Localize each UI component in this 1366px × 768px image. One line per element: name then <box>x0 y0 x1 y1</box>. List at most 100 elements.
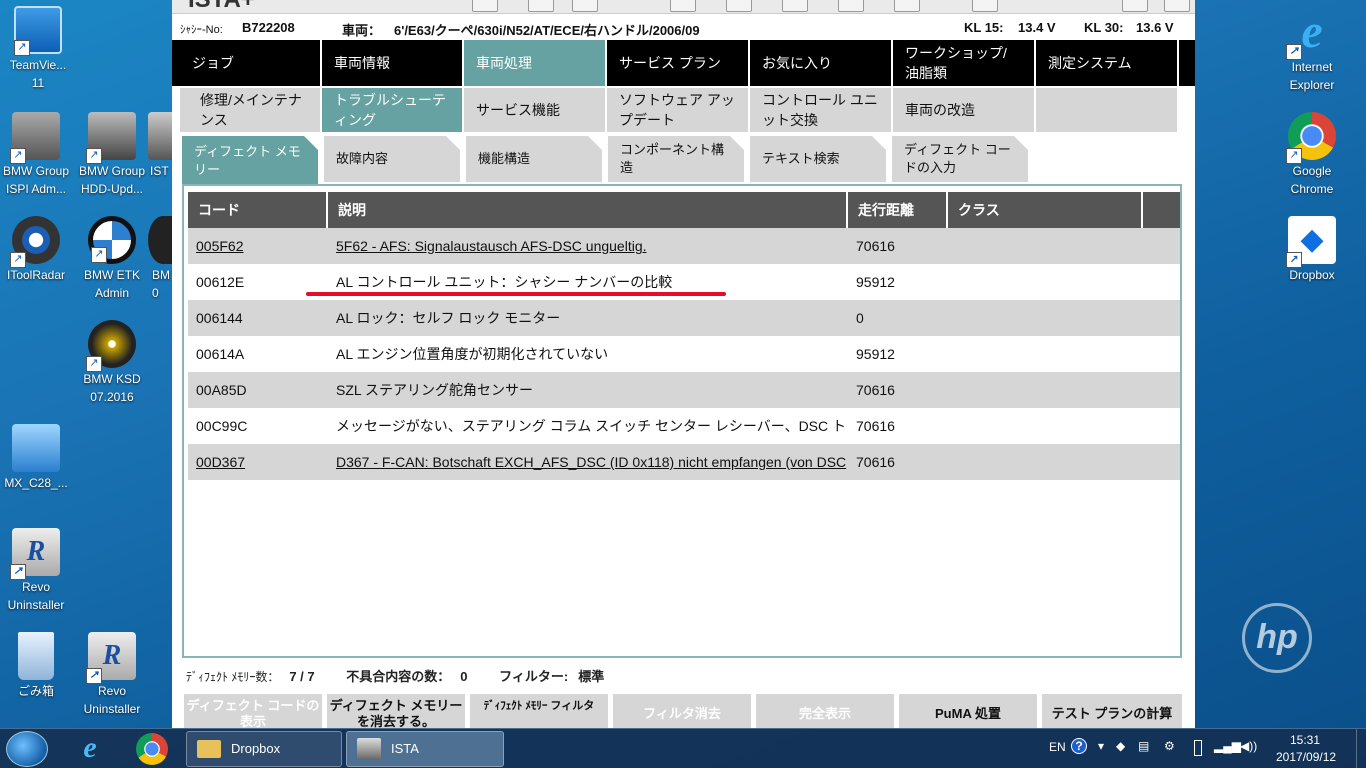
shortcut-arrow-icon: ↗ <box>1286 44 1302 60</box>
column-header-extra <box>1143 192 1180 228</box>
row-description[interactable]: 5F62 - AFS: Signalaustausch AFS-DSC ungu… <box>328 228 848 264</box>
desktop-icon-internet-explorer[interactable]: e ↗ Internet Explorer <box>1272 8 1352 94</box>
nav-vehicle-info[interactable]: 車両情報 <box>322 40 464 86</box>
desktop-icon-label: MX_C28_... <box>4 476 68 490</box>
taskbar-task-dropbox[interactable]: Dropbox <box>186 731 342 767</box>
table-row[interactable]: 00C99C メッセージがない、ステアリング コラム スイッチ センター レシー… <box>188 408 1180 444</box>
show-defect-codes-button[interactable]: ディフェクト コードの表示 <box>184 694 322 728</box>
start-button[interactable] <box>6 731 48 767</box>
nav-measurement-system[interactable]: 測定システム <box>1036 40 1179 86</box>
ista-app-icon <box>357 738 381 760</box>
nav-workshop-fluids[interactable]: ワークショップ/ 油脂類 <box>893 40 1036 86</box>
subnav-control-unit-replacement[interactable]: コントロール ユニット交換 <box>750 88 893 132</box>
row-description[interactable]: D367 - F-CAN: Botschaft EXCH_AFS_DSC (ID… <box>328 444 848 480</box>
battery-icon[interactable] <box>1194 740 1202 756</box>
table-row[interactable]: 006144 AL ロック：セルフ ロック モニター 0 <box>188 300 1180 336</box>
clock-date[interactable]: 2017/09/12 <box>1276 750 1336 764</box>
desktop-icon-teamviewer[interactable]: ↗ TeamVie... 11 <box>0 6 78 92</box>
help-icon[interactable]: ? <box>1071 738 1087 754</box>
wifi-signal-icon[interactable]: ▂▄▆ <box>1214 739 1241 753</box>
dropbox-tray-icon[interactable]: ◆ <box>1116 739 1125 753</box>
tray-expand-icon[interactable]: ▾ <box>1098 739 1104 753</box>
desktop-icon-recycle-bin[interactable]: ごみ箱 <box>0 632 76 700</box>
main-nav: ジョブ 車両情報 車両処理 サービス プラン お気に入り ワークショップ/ 油脂… <box>172 40 1195 86</box>
kl30-value: 13.6 V <box>1136 20 1174 35</box>
close-button[interactable] <box>1164 0 1190 12</box>
tab-defect-memory[interactable]: ディフェクト メモリー <box>182 136 318 186</box>
desktop-icon-ista-partial[interactable]: IST <box>130 112 172 180</box>
row-description: AL ロック：セルフ ロック モニター <box>336 310 561 326</box>
column-header-class[interactable]: クラス <box>948 192 1143 228</box>
clear-filter-button[interactable]: フィルタ消去 <box>613 694 751 728</box>
home-button[interactable] <box>472 0 498 12</box>
desktop-icon-ispi-admin[interactable]: ↗ BMW Group ISPI Adm... <box>0 112 76 198</box>
volume-icon[interactable]: ◀)) <box>1240 739 1257 753</box>
desktop-icon-label: IToolRadar <box>6 268 66 282</box>
table-row[interactable]: 00614A AL エンジン位置角度が初期化されていない 95912 <box>188 336 1180 372</box>
ista-brand: ISTA+ <box>188 0 255 14</box>
table-row[interactable]: 005F62 5F62 - AFS: Signalaustausch AFS-D… <box>188 228 1180 264</box>
nav-vehicle-processing[interactable]: 車両処理 <box>464 40 607 86</box>
desktop-icon-revo-uninstaller-2[interactable]: R ↗ Revo Uninstaller <box>72 632 152 718</box>
hp-logo: hp <box>1242 603 1312 673</box>
tools-button[interactable] <box>782 0 808 12</box>
desktop-icon-dropbox[interactable]: ◆ ↗ Dropbox <box>1272 216 1352 284</box>
internet-explorer-taskbar-icon[interactable]: e <box>74 733 106 765</box>
vin-value: B722208 <box>242 20 295 35</box>
desktop-icon-google-chrome[interactable]: ↗ Google Chrome <box>1272 112 1352 198</box>
chrome-taskbar-icon[interactable] <box>136 733 168 765</box>
desktop-icon-bmw-partial[interactable]: BM 0 <box>130 216 172 302</box>
row-code[interactable]: 005F62 <box>188 228 328 264</box>
row-code[interactable]: 00D367 <box>188 444 328 480</box>
row-code: 006144 <box>196 310 243 326</box>
clear-defect-memory-button[interactable]: ディフェクト メモリーを消去する。 <box>327 694 465 728</box>
desktop-icon-label: BM 0 <box>152 268 170 300</box>
air-button[interactable] <box>972 0 998 12</box>
row-mileage: 70616 <box>856 418 895 434</box>
nav-jobs[interactable]: ジョブ <box>180 40 322 86</box>
desktop-icon-mx-c28[interactable]: MX_C28_... <box>0 424 76 492</box>
tab-function-structure[interactable]: 機能構造 <box>466 136 602 182</box>
subnav-software-update[interactable]: ソフトウェア アップデート <box>607 88 750 132</box>
column-header-code[interactable]: コード <box>188 192 328 228</box>
tab-defect-code-input[interactable]: ディフェクト コードの入力 <box>892 136 1028 182</box>
subnav-service-functions[interactable]: サービス機能 <box>464 88 607 132</box>
subnav-vehicle-modification[interactable]: 車両の改造 <box>893 88 1036 132</box>
column-header-mileage[interactable]: 走行距離 <box>848 192 948 228</box>
forward-button[interactable] <box>572 0 598 12</box>
tab-text-search[interactable]: テキスト検索 <box>750 136 886 182</box>
help-button[interactable] <box>894 0 920 12</box>
table-row[interactable]: 00A85D SZL ステアリング舵角センサー 70616 <box>188 372 1180 408</box>
refresh-button[interactable] <box>726 0 752 12</box>
defect-memory-filter-button[interactable]: ﾃﾞｨﾌｪｸﾄ ﾒﾓﾘｰ フィルタ <box>470 694 608 728</box>
print-button[interactable] <box>670 0 696 12</box>
desktop-icon-itoolradar[interactable]: ↗ IToolRadar <box>0 216 76 284</box>
desktop-icon-label: Internet Explorer <box>1289 60 1335 92</box>
clock-time[interactable]: 15:31 <box>1290 733 1320 747</box>
taskbar-task-ista[interactable]: ISTA <box>346 731 504 767</box>
subnav-repair-maintenance[interactable]: 修理/メインテナンス <box>180 88 322 132</box>
desktop-icon-bmw-ksd[interactable]: ↗ BMW KSD 07.2016 <box>72 320 152 406</box>
save-button[interactable] <box>1122 0 1148 12</box>
window-button[interactable] <box>838 0 864 12</box>
full-display-button[interactable]: 完全表示 <box>756 694 894 728</box>
puma-action-button[interactable]: PuMA 処置 <box>899 694 1037 728</box>
shortcut-arrow-icon: ↗ <box>10 148 26 164</box>
column-header-description[interactable]: 説明 <box>328 192 848 228</box>
desktop-icon-revo-uninstaller[interactable]: R ↗ Revo Uninstaller <box>0 528 76 614</box>
row-class <box>948 228 1143 264</box>
table-row[interactable]: 00D367 D367 - F-CAN: Botschaft EXCH_AFS_… <box>188 444 1180 480</box>
tab-component-structure[interactable]: コンポーネント構造 <box>608 136 744 182</box>
network-icon[interactable]: ▤ <box>1138 739 1149 753</box>
row-mileage: 70616 <box>856 238 895 254</box>
show-desktop-button[interactable] <box>1356 729 1366 768</box>
calculate-test-plan-button[interactable]: テスト プランの計算 <box>1042 694 1182 728</box>
back-button[interactable] <box>528 0 554 12</box>
tab-fault-content[interactable]: 故障内容 <box>324 136 460 182</box>
language-indicator[interactable]: EN <box>1049 740 1066 754</box>
subnav-troubleshooting[interactable]: トラブルシューティング <box>322 88 464 132</box>
nav-favorites[interactable]: お気に入り <box>750 40 893 86</box>
mx-installer-icon <box>12 424 60 472</box>
sync-icon[interactable]: ⚙ <box>1164 739 1175 753</box>
nav-service-plan[interactable]: サービス プラン <box>607 40 750 86</box>
